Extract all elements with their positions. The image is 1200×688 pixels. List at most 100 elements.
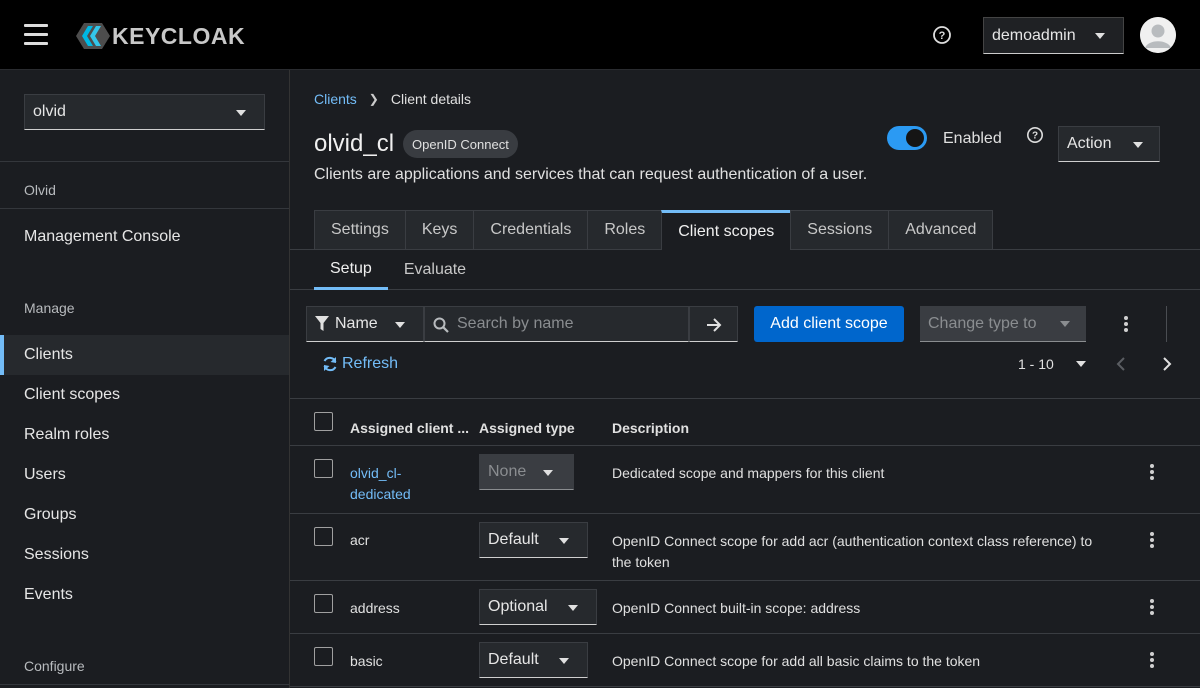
scope-description: OpenID Connect scope for add all basic c… (612, 653, 981, 669)
user-name: demoadmin (992, 26, 1076, 44)
subtab-evaluate[interactable]: Evaluate (388, 250, 482, 290)
scope-name[interactable]: basic (350, 651, 383, 672)
refresh-label: Refresh (342, 355, 399, 372)
row-kebab-icon[interactable] (1142, 597, 1162, 617)
column-header-type[interactable]: Assigned type (479, 420, 575, 436)
breadcrumb-current: Client details (390, 91, 472, 107)
svg-text:?: ? (939, 30, 946, 42)
enabled-toggle[interactable] (887, 126, 927, 150)
sidebar-item-users[interactable]: Users (0, 455, 289, 495)
scope-description: OpenID Connect built-in scope: address (612, 600, 861, 616)
search-input[interactable] (457, 307, 683, 341)
user-dropdown[interactable]: demoadmin (983, 17, 1124, 54)
keycloak-logo[interactable]: KEYCLOAK (76, 20, 245, 52)
divider (0, 684, 289, 685)
main-content: Clients ❯ Client details olvid_cl OpenID… (290, 70, 1200, 688)
tab-settings[interactable]: Settings (314, 210, 405, 250)
row-checkbox[interactable] (314, 459, 333, 478)
chevron-down-icon (1133, 142, 1143, 148)
row-checkbox[interactable] (314, 594, 333, 613)
chevron-down-icon (568, 605, 578, 611)
pagination-range: 1 - 10 (1018, 356, 1054, 372)
help-icon[interactable]: ? (1026, 126, 1044, 144)
sidebar: olvid Olvid Management Console Manage Cl… (0, 70, 290, 688)
chevron-down-icon (559, 658, 569, 664)
tab-roles[interactable]: Roles (587, 210, 662, 250)
breadcrumb-clients-link[interactable]: Clients (314, 91, 357, 107)
realm-label: Olvid (24, 182, 56, 198)
divider (290, 398, 1200, 399)
chevron-down-icon (1075, 361, 1086, 367)
enabled-label: Enabled (943, 130, 1002, 147)
client-tabs: Settings Keys Credentials Roles Client s… (314, 210, 994, 250)
tab-client-scopes[interactable]: Client scopes (661, 210, 791, 250)
row-kebab-icon[interactable] (1142, 462, 1162, 482)
sidebar-item-management-console[interactable]: Management Console (0, 217, 289, 257)
keycloak-logo-mark-icon (76, 23, 110, 49)
chevron-down-icon (1095, 33, 1105, 39)
action-dropdown[interactable]: Action (1058, 126, 1160, 162)
filter-attribute-select[interactable]: Name (306, 306, 424, 342)
search-box (424, 306, 689, 342)
assigned-type-select[interactable]: Default (479, 642, 588, 678)
scope-link-dedicated[interactable]: olvid_cl- dedicated (350, 463, 411, 505)
filter-icon (315, 316, 329, 331)
protocol-badge: OpenID Connect (403, 130, 518, 158)
scope-description-line: OpenID Connect scope for add acr (authen… (612, 533, 1093, 549)
scope-description: OpenID Connect scope for add acr (authen… (612, 531, 1092, 573)
add-client-scope-button[interactable]: Add client scope (754, 306, 904, 342)
column-header-name[interactable]: Assigned client ... (350, 420, 469, 436)
sidebar-item-realm-roles[interactable]: Realm roles (0, 415, 289, 455)
row-checkbox[interactable] (314, 527, 333, 546)
realm-selector[interactable]: olvid (24, 94, 265, 130)
search-submit-button[interactable] (689, 306, 738, 342)
tab-keys[interactable]: Keys (404, 210, 474, 250)
subtab-setup[interactable]: Setup (314, 250, 388, 290)
sidebar-item-events[interactable]: Events (0, 575, 289, 615)
assigned-type-value: None (488, 463, 527, 480)
sidebar-item-sessions[interactable]: Sessions (0, 535, 289, 575)
next-page-icon[interactable] (1160, 355, 1174, 373)
chevron-down-icon (559, 538, 569, 544)
assigned-type-select[interactable]: Default (479, 522, 588, 558)
scope-name[interactable]: acr (350, 530, 369, 551)
previous-page-icon[interactable] (1114, 355, 1128, 373)
tab-sessions[interactable]: Sessions (790, 210, 889, 250)
avatar[interactable] (1140, 17, 1176, 53)
realm-name: olvid (33, 103, 66, 120)
tab-advanced[interactable]: Advanced (888, 210, 994, 250)
row-kebab-icon[interactable] (1142, 650, 1162, 670)
scope-name[interactable]: address (350, 598, 400, 619)
change-type-label: Change type to (928, 314, 1037, 332)
sidebar-item-clients[interactable]: Clients (0, 335, 289, 375)
page-subtitle: Clients are applications and services th… (314, 166, 868, 183)
configure-heading: Configure (24, 658, 85, 674)
masthead: KEYCLOAK ? demoadmin (0, 0, 1200, 70)
select-all-checkbox[interactable] (314, 412, 333, 431)
chevron-down-icon (395, 322, 405, 328)
assigned-type-select: None (479, 454, 574, 490)
subtabs: Setup Evaluate (314, 250, 482, 290)
hamburger-menu-icon[interactable] (24, 24, 48, 46)
divider (290, 513, 1200, 514)
row-checkbox[interactable] (314, 647, 333, 666)
action-label: Action (1067, 135, 1112, 152)
sidebar-item-groups[interactable]: Groups (0, 495, 289, 535)
column-header-description: Description (612, 420, 690, 436)
assigned-type-value: Default (488, 531, 539, 548)
sidebar-item-client-scopes[interactable]: Client scopes (0, 375, 289, 415)
help-icon[interactable]: ? (932, 25, 952, 45)
assigned-type-value: Optional (488, 598, 548, 615)
assigned-type-select[interactable]: Optional (479, 589, 597, 625)
divider (290, 580, 1200, 581)
toolbar-kebab-icon[interactable] (1116, 314, 1136, 334)
row-kebab-icon[interactable] (1142, 530, 1162, 550)
divider (1166, 306, 1167, 342)
change-type-dropdown[interactable]: Change type to (920, 306, 1086, 342)
manage-heading: Manage (24, 300, 75, 316)
refresh-button[interactable]: Refresh (322, 355, 398, 373)
tab-credentials[interactable]: Credentials (473, 210, 588, 250)
scope-description: Dedicated scope and mappers for this cli… (612, 465, 885, 481)
search-icon (433, 317, 449, 333)
pagination-menu[interactable]: 1 - 10 (1018, 356, 1086, 372)
